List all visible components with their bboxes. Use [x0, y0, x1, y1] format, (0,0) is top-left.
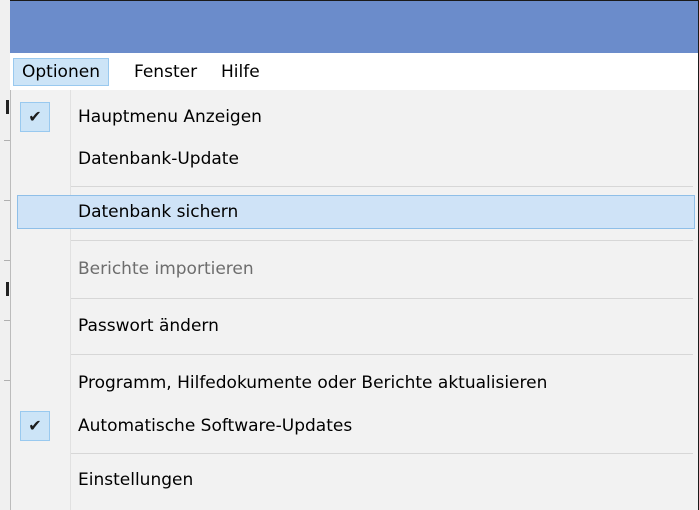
menu-item-label: Programm, Hilfedokumente oder Berichte a… [78, 373, 548, 393]
menu-optionen[interactable]: Optionen [13, 58, 109, 86]
background-mark [6, 282, 9, 296]
checkmark-icon: ✔ [20, 411, 50, 441]
menu-hilfe[interactable]: Hilfe [213, 58, 268, 86]
menu-item-label: Berichte importieren [78, 259, 254, 279]
menu-item-programm-aktualisieren[interactable]: Programm, Hilfedokumente oder Berichte a… [17, 366, 695, 400]
menu-item-automatische-software-updates[interactable]: ✔ Automatische Software-Updates [17, 409, 695, 443]
menu-item-label: Passwort ändern [78, 316, 219, 336]
checkmark-icon: ✔ [20, 102, 50, 132]
menu-item-einstellungen[interactable]: Einstellungen [17, 463, 695, 497]
menu-item-berichte-importieren[interactable]: Berichte importieren [17, 252, 695, 286]
menu-separator [71, 240, 693, 241]
optionen-dropdown-menu: ✔ Hauptmenu Anzeigen Datenbank-Update Da… [10, 90, 698, 510]
menu-separator [71, 354, 693, 355]
title-bar [1, 1, 698, 53]
menu-item-label: Automatische Software-Updates [78, 416, 353, 436]
menu-item-label: Einstellungen [78, 470, 194, 490]
menu-item-label: Hauptmenu Anzeigen [78, 107, 262, 127]
menu-separator [71, 186, 693, 187]
menu-bar: Optionen Fenster Hilfe [1, 53, 698, 92]
menu-item-datenbank-update[interactable]: Datenbank-Update [17, 142, 695, 176]
menu-item-label: Datenbank-Update [78, 149, 239, 169]
background-mark [6, 100, 9, 114]
menu-item-label: Datenbank sichern [78, 202, 239, 222]
menu-separator [71, 298, 693, 299]
menu-separator [71, 453, 693, 454]
menu-item-passwort-aendern[interactable]: Passwort ändern [17, 309, 695, 343]
menu-fenster[interactable]: Fenster [126, 58, 205, 86]
menu-item-hauptmenu-anzeigen[interactable]: ✔ Hauptmenu Anzeigen [17, 100, 695, 134]
background-window-edge [0, 0, 10, 510]
menu-item-datenbank-sichern[interactable]: Datenbank sichern [17, 195, 695, 229]
